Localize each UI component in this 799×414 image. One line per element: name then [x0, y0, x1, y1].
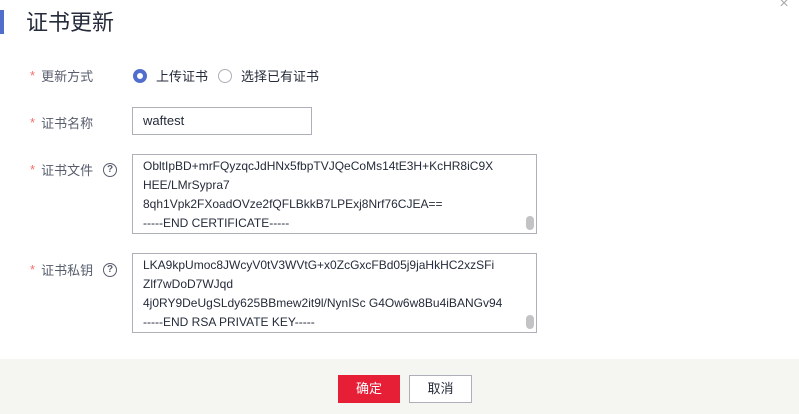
close-icon[interactable]: × [776, 0, 792, 12]
cert-name-input[interactable]: waftest [132, 107, 312, 135]
private-key-scrollbar[interactable] [526, 315, 534, 329]
cancel-button[interactable]: 取消 [409, 375, 472, 403]
title-accent-bar [0, 10, 4, 34]
cert-file-line: ObltIpBD+mrFQyzqcJdHNx5fbpTVJQeCoMs14tE3… [143, 159, 494, 173]
private-key-label-row: * 证书私钥 ? [30, 260, 118, 279]
update-method-label-row: * 更新方式 [30, 66, 93, 85]
radio-checked-icon [133, 68, 147, 83]
private-key-line: Zlf7wDoD7WJqd [143, 277, 234, 291]
confirm-button[interactable]: 确定 [338, 375, 400, 403]
private-key-help-icon[interactable]: ? [103, 262, 118, 277]
cert-file-label: 证书文件 [41, 163, 94, 178]
radio-upload-cert[interactable]: 上传证书 [133, 66, 208, 85]
cert-file-textarea[interactable]: ObltIpBD+mrFQyzqcJdHNx5fbpTVJQeCoMs14tE3… [132, 154, 537, 234]
private-key-line: -----END RSA PRIVATE KEY----- [143, 315, 315, 329]
private-key-line: 4j0RY9DeUgSLdy625BBmew2it9l/NynISc G4Ow6… [143, 296, 503, 310]
radio-existing-cert-label: 选择已有证书 [241, 69, 320, 84]
update-method-label: 更新方式 [41, 69, 94, 84]
cert-file-line: -----END CERTIFICATE----- [143, 216, 290, 230]
cert-file-label-row: * 证书文件 ? [30, 160, 118, 179]
private-key-label: 证书私钥 [41, 263, 94, 278]
required-asterisk: * [30, 162, 36, 177]
dialog-title: 证书更新 [26, 10, 115, 35]
private-key-textarea[interactable]: LKA9kpUmoc8JWcyV0tV3WVtG+x0ZcGxcFBd05j9j… [132, 253, 537, 333]
required-asterisk: * [30, 68, 36, 83]
radio-upload-cert-label: 上传证书 [156, 69, 209, 84]
cert-name-label-row: * 证书名称 [30, 113, 93, 132]
cert-name-label: 证书名称 [41, 116, 94, 131]
cert-file-line: 8qh1Vpk2FXoadOVze2fQFLBkkB7LPExj8Nrf76CJ… [143, 197, 443, 211]
radio-existing-cert[interactable]: 选择已有证书 [218, 66, 319, 85]
required-asterisk: * [30, 262, 36, 277]
required-asterisk: * [30, 115, 36, 130]
cert-file-line: HEE/LMrSypra7 [143, 178, 230, 192]
cert-file-scrollbar[interactable] [526, 216, 534, 230]
cert-file-help-icon[interactable]: ? [103, 162, 118, 177]
radio-unchecked-icon [218, 68, 232, 83]
private-key-line: LKA9kpUmoc8JWcyV0tV3WVtG+x0ZcGxcFBd05j9j… [143, 258, 495, 272]
